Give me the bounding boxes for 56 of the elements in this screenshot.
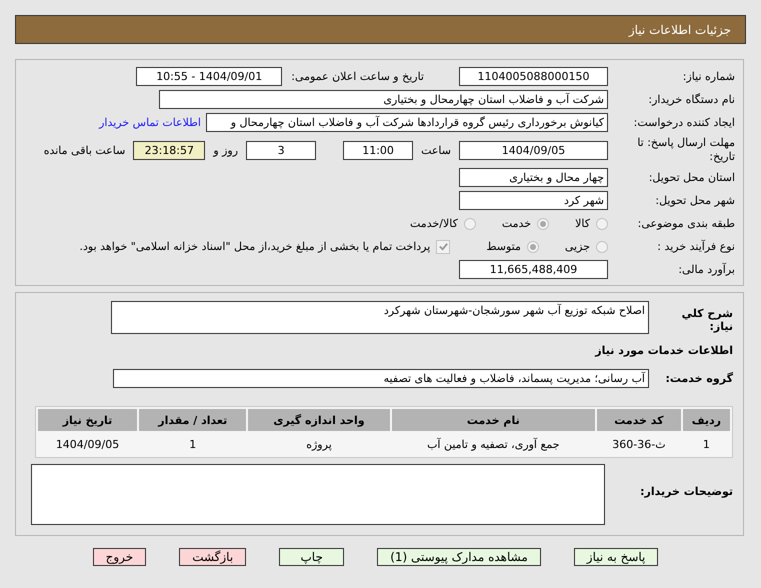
action-button[interactable]: بازگشت (179, 548, 246, 566)
field-label: برآورد مالی: (677, 263, 736, 276)
notes-field[interactable] (31, 464, 605, 525)
field-label: نام دستگاه خریدار: (647, 93, 736, 106)
field-label: نوع فرآیند خرید : (656, 240, 736, 253)
field-label: گروه خدمت: (664, 372, 733, 385)
field-label: توضیحات خریدار: (639, 484, 733, 499)
input-field[interactable]: کیانوش برخورداری رئیس گروه قراردادها شرکت آب و فاضلاب استان چهارمحال و (206, 113, 608, 132)
input-field[interactable]: 3 (246, 140, 316, 160)
field-label: تاریخ و ساعت اعلان عمومی: (290, 70, 424, 83)
input-field[interactable]: 1404/09/01 - 10:55 (136, 67, 282, 86)
field-label: طبقه بندی موضوعی: (636, 217, 736, 230)
field-label: ساعت (420, 144, 452, 156)
field-label: شهر محل تحویل: (654, 194, 736, 207)
input-field[interactable]: چهار محال و بختیاری (459, 168, 608, 187)
radio-label: خدمت (502, 217, 532, 230)
radio-button[interactable] (526, 240, 539, 252)
column-header: تعداد / مقدار (139, 409, 246, 431)
checkbox[interactable] (436, 240, 450, 254)
description-field[interactable]: اصلاح شبکه توزیع آب شهر سورشجان-شهرستان شهرکرد (111, 301, 649, 334)
column-header: تاریخ نیاز (38, 409, 138, 431)
field-label: استان محل تحویل: (648, 171, 736, 184)
page-title: جزئیات اطلاعات نیاز (628, 22, 731, 36)
input-field[interactable]: 1104005088000150 (459, 67, 608, 86)
radio-label: جزیی (564, 240, 590, 253)
column-header: ردیف (682, 409, 730, 431)
radio-label: متوسط (486, 240, 521, 253)
section-heading: اطلاعات خدمات مورد نیاز (594, 343, 733, 359)
radio-label: کالا (575, 217, 590, 230)
action-button[interactable]: چاپ (279, 548, 344, 566)
field-label: شماره نیاز: (682, 70, 736, 83)
field-label: شرح کلي نیاز: (680, 306, 733, 333)
action-button[interactable]: خروج (92, 548, 146, 566)
radio-button[interactable] (596, 218, 608, 230)
countdown-field: 23:18:57 (133, 140, 206, 160)
column-header: کد خدمت (597, 409, 681, 431)
input-field[interactable]: شرکت آب و فاضلاب استان چهارمحال و بختیاری (159, 90, 608, 109)
field-label: روز و (212, 144, 240, 156)
input-field[interactable]: 11:00 (343, 140, 414, 160)
column-header: واحد اندازه گیری (248, 409, 390, 431)
action-button[interactable]: مشاهده مدارک پیوستی (1) (377, 548, 541, 566)
input-field[interactable]: 11,665,488,409 (459, 260, 608, 279)
radio-button[interactable] (537, 218, 550, 230)
field-label: ایجاد کننده درخواست: (632, 116, 736, 129)
input-field[interactable]: شهر کرد (459, 191, 608, 210)
input-field[interactable]: آب رسانی؛ مدیریت پسماند، فاضلاب و فعالیت های تصفیه (113, 369, 649, 388)
contact-link[interactable]: اطلاعات تماس خریدار (99, 116, 201, 129)
radio-button[interactable] (464, 218, 476, 230)
checkbox-label: پرداخت تمام یا بخشی از مبلغ خرید،از محل "اسناد خزانه اسلامی" خواهد بود. (80, 240, 430, 253)
action-button[interactable]: پاسخ به نیاز (574, 548, 658, 566)
field-label: ساعت باقی مانده (42, 144, 126, 156)
input-field[interactable]: 1404/09/05 (459, 140, 608, 160)
radio-button[interactable] (596, 240, 608, 252)
column-header: نام خدمت (392, 409, 596, 431)
field-label: مهلت ارسال پاسخ: تا تاریخ: (636, 136, 736, 164)
radio-label: کالا/خدمت (410, 217, 458, 230)
